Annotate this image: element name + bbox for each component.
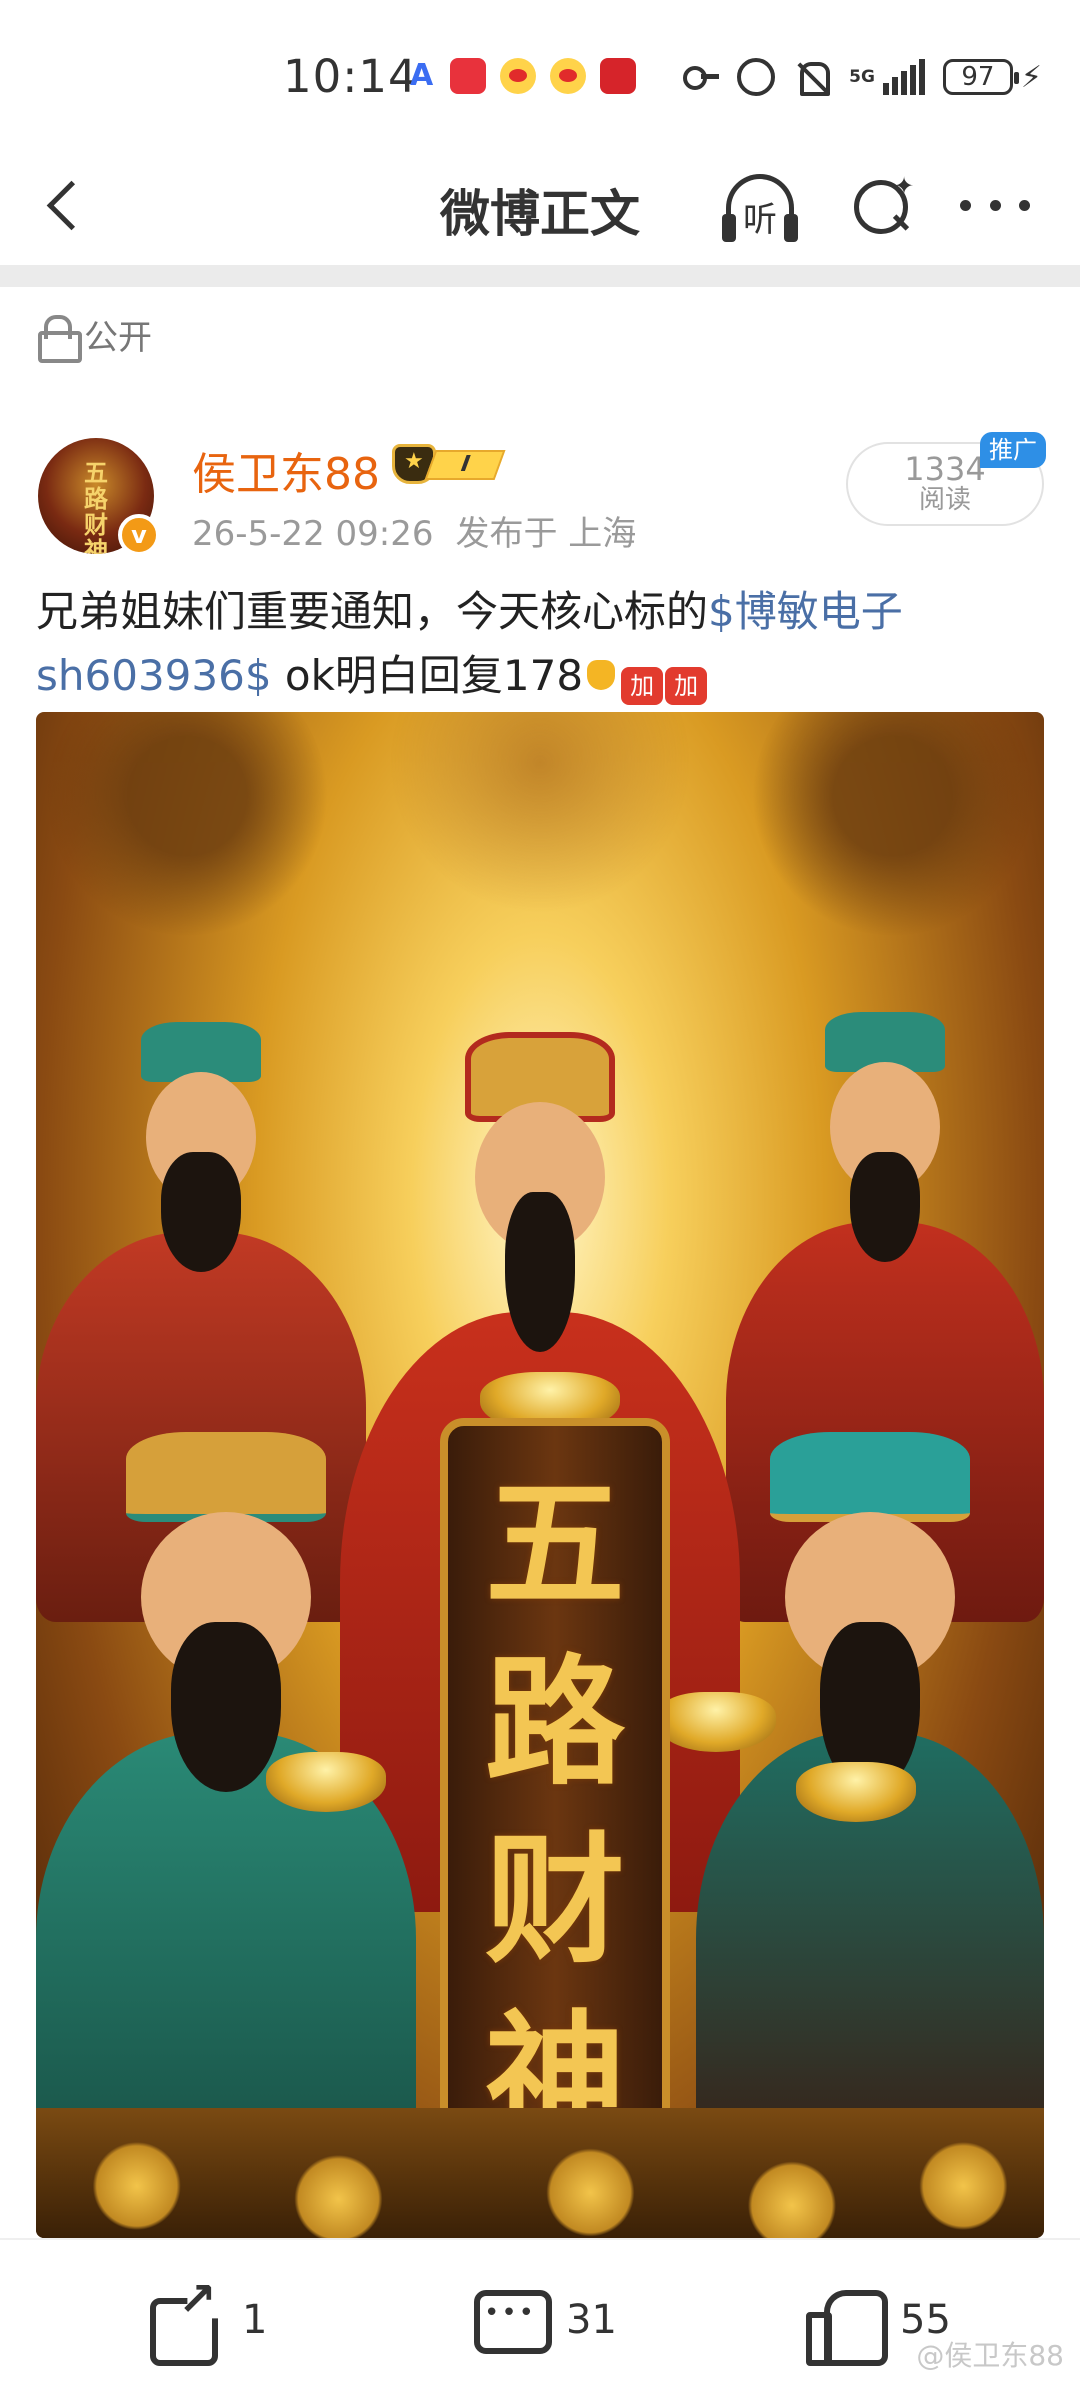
charging-icon: ⚡: [1020, 59, 1042, 95]
comment-button[interactable]: 31: [472, 2284, 617, 2356]
visibility-status: 公开: [38, 310, 152, 363]
promo-badge: 推广: [980, 432, 1046, 468]
post-text-2: ok明白回复178: [271, 651, 584, 700]
share-count: 1: [242, 2297, 268, 2343]
gold-ingot-icon-2: [266, 1752, 386, 1812]
gold-coins: [36, 2108, 1044, 2238]
post-text-1: 兄弟姐妹们重要通知，今天核心标的: [36, 587, 709, 636]
huawei-icon: [450, 58, 486, 94]
key-icon: [681, 58, 720, 96]
unlock-icon: [38, 314, 82, 363]
pointing-down-emoji-icon: [583, 656, 619, 694]
post-body: 兄弟姐妹们重要通知，今天核心标的$博敏电子 sh603936$ ok明白回复17…: [36, 580, 1046, 708]
username[interactable]: 侯卫东88: [192, 438, 380, 502]
battery-icon: 97: [942, 59, 1019, 95]
listen-button[interactable]: 听: [718, 166, 802, 250]
vip-badge[interactable]: I: [392, 444, 506, 484]
wealth-god-bottom-left: [36, 1432, 416, 2192]
jiayou-emoji-icon: 加: [621, 667, 664, 705]
top-nav: 微博正文 听 ✦: [0, 150, 1080, 265]
post-location: 发布于 上海: [455, 514, 637, 554]
share-button[interactable]: 1: [148, 2272, 268, 2356]
gold-ingot-icon-4: [796, 1762, 916, 1822]
reads-label: 阅读: [918, 485, 971, 515]
plaque-char-1: 五: [484, 1463, 625, 1627]
comment-count: 31: [566, 2297, 617, 2343]
alarm-icon: [737, 58, 776, 96]
a-icon: A: [410, 58, 434, 93]
mute-icon: [793, 58, 831, 96]
post-image[interactable]: 五 路 财 神: [36, 712, 1044, 2238]
page-title: 微博正文: [440, 185, 640, 243]
status-bar: 10:14 A 5G 97 ⚡: [0, 0, 1080, 150]
share-icon: [148, 2272, 220, 2356]
vip-level: I: [424, 450, 506, 480]
weibo-icon: [500, 58, 536, 94]
notification-icons: A: [410, 58, 636, 94]
more-icon[interactable]: [960, 190, 1030, 220]
verified-badge-icon: v: [118, 514, 160, 556]
search-icon[interactable]: ✦: [848, 172, 918, 242]
plaque-char-2: 路: [484, 1641, 625, 1805]
watermark: @侯卫东88: [916, 2339, 1064, 2372]
thumbs-up-icon: [806, 2284, 888, 2366]
divider: [0, 265, 1080, 287]
post-date: 26-5-22 09:26: [192, 514, 434, 554]
visibility-label: 公开: [84, 318, 152, 358]
wulu-caishen-plaque: 五 路 财 神: [440, 1418, 670, 2198]
sparkle-icon: ✦: [894, 172, 915, 200]
weibo-icon-2: [550, 58, 586, 94]
signal-icon: [882, 59, 925, 95]
jiayou-emoji-icon-2: 加: [665, 667, 708, 705]
avatar-caption: 五路财神: [84, 458, 108, 555]
status-indicators: 5G 97 ⚡: [681, 58, 1042, 96]
post-meta: 26-5-22 09:26 发布于 上海: [192, 506, 636, 555]
app-red-icon: [600, 58, 636, 94]
network-type: 5G: [849, 67, 875, 87]
comment-icon: [472, 2284, 552, 2356]
status-time: 10:14: [283, 50, 418, 103]
action-bar: 1 31 55 @侯卫东88: [0, 2238, 1080, 2400]
gold-ingot-icon-3: [656, 1692, 776, 1752]
plaque-char-3: 财: [484, 1819, 625, 1983]
listen-label: 听: [743, 200, 777, 240]
